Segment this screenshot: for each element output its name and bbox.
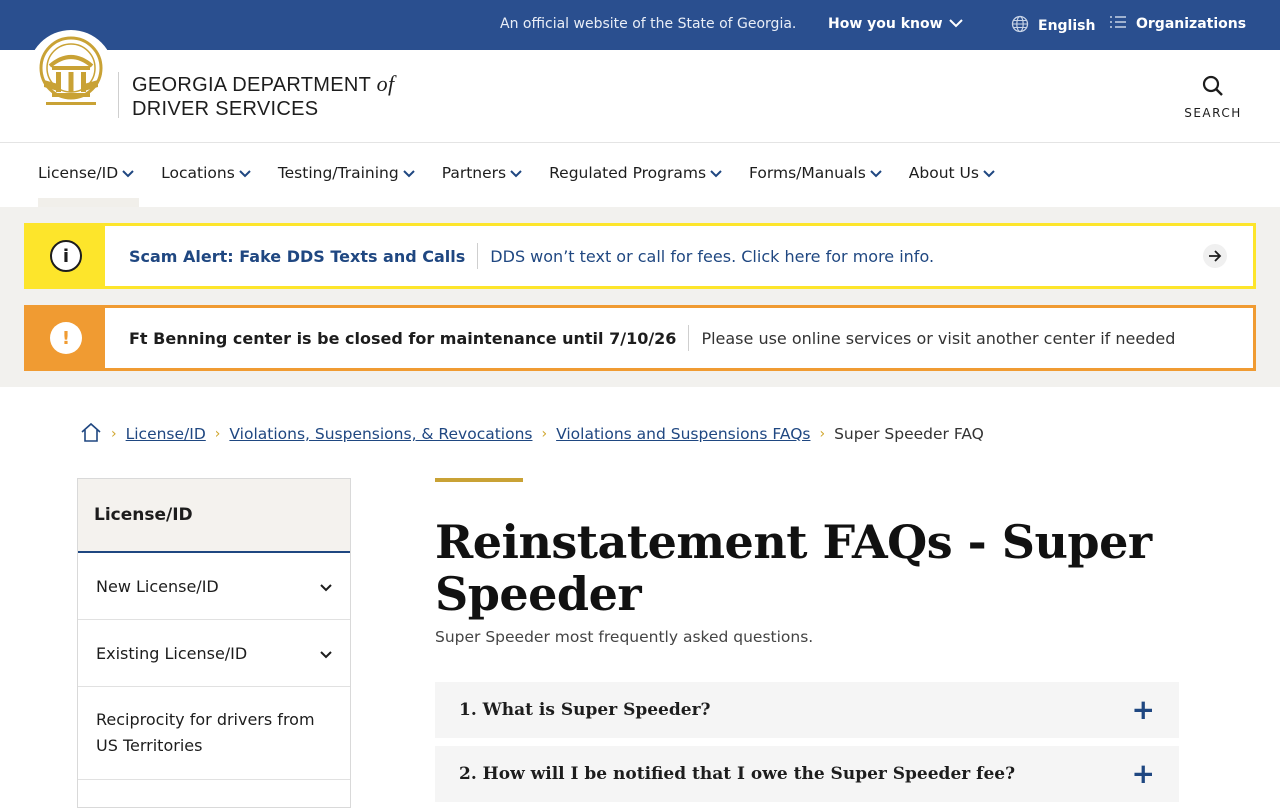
breadcrumb: › License/ID › Violations, Suspensions, … [80, 422, 984, 446]
nav-item-partners[interactable]: Partners [442, 164, 522, 182]
alerts-region: i Scam Alert: Fake DDS Texts and Calls D… [0, 207, 1280, 387]
brand-line-1: GEORGIA DEPARTMENT [132, 74, 371, 96]
nav-label: About Us [908, 164, 979, 182]
sidebar-heading[interactable]: License/ID [78, 479, 350, 553]
list-icon [1109, 15, 1127, 33]
faq-accordion-item[interactable]: 2. How will I be notified that I owe the… [435, 746, 1179, 802]
chevron-down-icon[interactable] [320, 644, 332, 663]
main-content: Reinstatement FAQs - Super Speeder Super… [435, 478, 1180, 646]
how-you-know-toggle[interactable]: How you know [828, 16, 963, 32]
title-accent-rule [435, 478, 523, 482]
alert-separator [688, 325, 690, 351]
chevron-down-icon [239, 164, 251, 182]
agency-name[interactable]: GEORGIA DEPARTMENT of DRIVER SERVICES [132, 72, 394, 121]
chevron-down-icon [948, 16, 963, 32]
official-site-text: An official website of the State of Geor… [500, 16, 797, 32]
sidebar-item-label: Reciprocity for drivers from US Territor… [96, 710, 315, 755]
scam-alert-title: Scam Alert: Fake DDS Texts and Calls [129, 246, 466, 266]
nav-label: Testing/Training [277, 164, 399, 182]
main-navigation: License/ID Locations Testing/Training Pa… [0, 143, 1280, 207]
search-icon [1201, 75, 1225, 102]
scam-alert[interactable]: i Scam Alert: Fake DDS Texts and Calls D… [24, 223, 1256, 289]
info-icon: i [50, 240, 82, 272]
alert-separator [477, 243, 479, 269]
brand-of: of [376, 71, 395, 96]
arrow-right-icon[interactable] [1203, 244, 1227, 268]
warning-icon-panel: ! [27, 308, 105, 368]
page-subtitle: Super Speeder most frequently asked ques… [435, 628, 814, 646]
chevron-down-icon [983, 164, 995, 182]
nav-item-forms-manuals[interactable]: Forms/Manuals [749, 164, 882, 182]
closure-alert: ! Ft Benning center is be closed for mai… [24, 305, 1256, 371]
chevron-right-icon: › [214, 426, 221, 442]
organizations-label: Organizations [1136, 16, 1247, 32]
faq-accordion-item[interactable]: 1. What is Super Speeder? + [435, 682, 1179, 738]
exclamation-icon: ! [50, 322, 82, 354]
faq-question: 2. How will I be notified that I owe the… [459, 764, 1016, 784]
nav-label: Regulated Programs [549, 164, 707, 182]
chevron-right-icon: › [111, 426, 117, 442]
search-button[interactable]: SEARCH [1183, 74, 1243, 120]
nav-label: Forms/Manuals [749, 164, 866, 182]
chevron-down-icon [402, 164, 415, 182]
globe-icon [1011, 15, 1029, 37]
sidebar-item-label: Existing License/ID [96, 643, 248, 663]
nav-item-locations[interactable]: Locations [161, 164, 251, 182]
scam-alert-message: DDS won’t text or call for fees. Click h… [490, 246, 935, 266]
closure-alert-title: Ft Benning center is be closed for maint… [129, 328, 677, 348]
info-icon-panel: i [27, 226, 105, 286]
chevron-right-icon: › [819, 426, 826, 442]
chevron-right-icon: › [541, 426, 548, 442]
language-selector[interactable]: English [1011, 15, 1095, 37]
brand-line-2: DRIVER SERVICES [132, 98, 319, 120]
nav-item-license-id[interactable]: License/ID [38, 164, 134, 182]
nav-item-about-us[interactable]: About Us [909, 164, 995, 182]
home-icon[interactable] [80, 422, 102, 446]
site-header: GEORGIA DEPARTMENT of DRIVER SERVICES SE… [0, 30, 1280, 143]
sidebar-item-label: New License/ID [96, 576, 219, 596]
chevron-down-icon [710, 164, 722, 182]
sidebar-item-reciprocity[interactable]: Reciprocity for drivers from US Territor… [78, 687, 350, 780]
official-site-banner: An official website of the State of Geor… [0, 0, 1280, 50]
breadcrumb-current: Super Speeder FAQ [834, 425, 984, 443]
chevron-down-icon[interactable] [320, 577, 332, 596]
language-label: English [1038, 18, 1096, 34]
breadcrumb-link[interactable]: License/ID [126, 425, 206, 443]
how-you-know-label: How you know [828, 16, 943, 32]
page-title: Reinstatement FAQs - Super Speeder [435, 515, 1152, 621]
chevron-down-icon [122, 164, 134, 182]
georgia-seal-logo[interactable] [28, 30, 114, 116]
chevron-down-icon [510, 164, 522, 182]
nav-label: Partners [441, 164, 507, 182]
breadcrumb-link[interactable]: Violations and Suspensions FAQs [556, 425, 810, 443]
closure-alert-message: Please use online services or visit anot… [701, 328, 1176, 348]
nav-active-indicator [38, 198, 139, 207]
sidebar-item-new-license[interactable]: New License/ID [78, 553, 350, 620]
plus-icon[interactable]: + [1132, 696, 1155, 724]
nav-label: License/ID [38, 164, 119, 182]
organizations-link[interactable]: Organizations [1109, 15, 1246, 33]
chevron-down-icon [870, 164, 882, 182]
nav-item-regulated-programs[interactable]: Regulated Programs [549, 164, 722, 182]
search-label: SEARCH [1184, 106, 1242, 120]
logo-divider [118, 72, 119, 118]
faq-question: 1. What is Super Speeder? [459, 700, 711, 720]
plus-icon[interactable]: + [1132, 760, 1155, 788]
nav-item-testing-training[interactable]: Testing/Training [278, 164, 415, 182]
sidebar-item-existing-license[interactable]: Existing License/ID [78, 620, 350, 687]
nav-label: Locations [161, 164, 235, 182]
breadcrumb-link[interactable]: Violations, Suspensions, & Revocations [229, 425, 532, 443]
section-sidebar: License/ID New License/ID Existing Licen… [77, 478, 351, 808]
